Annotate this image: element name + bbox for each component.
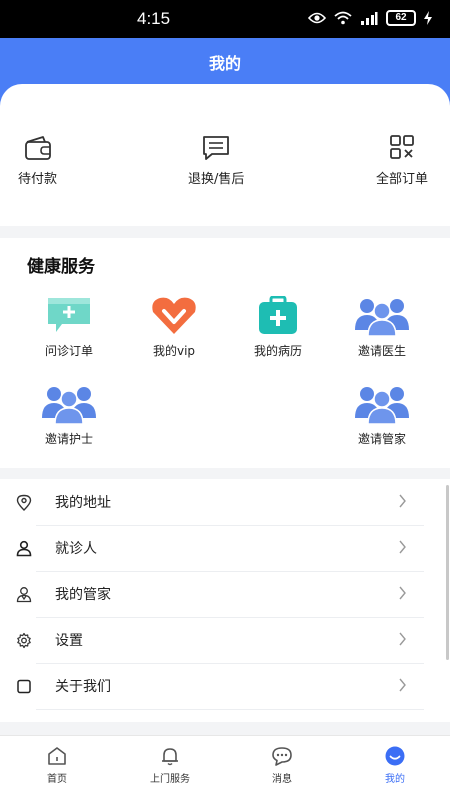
- gear-icon: [17, 632, 31, 649]
- tab-label: 首页: [47, 774, 67, 785]
- butler-icon: [16, 587, 32, 603]
- vip-heart-icon: [152, 297, 196, 334]
- message-icon: [272, 747, 292, 766]
- order-all[interactable]: 全部订单: [376, 134, 428, 187]
- service-label: 邀请医生: [357, 344, 406, 358]
- service-label: 我的病历: [253, 344, 302, 358]
- bottom-tab-bar: 首页 上门服务 消息 我的: [0, 735, 450, 800]
- chevron-right-icon: [399, 586, 406, 600]
- orders-card: 待付款 退换/售后 全部订单: [0, 84, 450, 226]
- service-invite-butler[interactable]: 邀请管家: [332, 384, 432, 447]
- menu-item-address[interactable]: 我的地址: [0, 479, 450, 525]
- chevron-right-icon: [399, 678, 406, 692]
- order-label: 全部订单: [376, 172, 429, 187]
- tab-label: 上门服务: [150, 774, 190, 785]
- tab-home[interactable]: 首页: [17, 746, 97, 785]
- menu-label: 关于我们: [55, 679, 111, 695]
- eye-icon: [308, 12, 326, 24]
- person-icon: [16, 540, 32, 557]
- status-icons: 62: [308, 10, 432, 26]
- menu-label: 设置: [55, 633, 83, 649]
- tab-label: 消息: [272, 774, 292, 785]
- group-icon: [355, 299, 409, 336]
- service-label: 邀请护士: [44, 432, 93, 446]
- service-medical-records[interactable]: 我的病历: [228, 296, 328, 359]
- tab-messages[interactable]: 消息: [242, 746, 322, 785]
- wallet-icon: [24, 136, 51, 160]
- settings-menu: 我的地址 就诊人 我的管家 设置 关于我们: [0, 479, 450, 722]
- tab-home-service[interactable]: 上门服务: [130, 746, 210, 785]
- menu-label: 我的管家: [55, 587, 111, 603]
- menu-item-about[interactable]: 关于我们: [0, 663, 450, 709]
- service-label: 我的vip: [152, 344, 196, 358]
- menu-label: 我的地址: [55, 495, 111, 511]
- service-label: 问诊订单: [44, 344, 93, 358]
- group-icon: [355, 387, 409, 424]
- square-icon: [17, 679, 31, 694]
- chat-icon: [203, 136, 230, 160]
- menu-item-patients[interactable]: 就诊人: [0, 525, 450, 571]
- order-returns[interactable]: 退换/售后: [188, 134, 244, 187]
- menu-item-settings[interactable]: 设置: [0, 617, 450, 663]
- location-icon: [16, 494, 32, 511]
- scrollbar[interactable]: [446, 485, 449, 660]
- service-my-vip[interactable]: 我的vip: [124, 296, 224, 359]
- section-title: 健康服务: [27, 257, 95, 277]
- tab-label: 我的: [385, 774, 405, 785]
- order-label: 待付款: [18, 172, 58, 187]
- consult-icon: [48, 298, 90, 332]
- bell-icon: [162, 748, 178, 766]
- chevron-right-icon: [399, 540, 406, 554]
- service-label: 邀请管家: [357, 432, 406, 446]
- profile-icon: [385, 746, 405, 766]
- service-invite-doctor[interactable]: 邀请医生: [332, 296, 432, 359]
- divider: [36, 709, 424, 710]
- order-label: 退换/售后: [188, 172, 245, 187]
- status-time: 4:15: [137, 9, 171, 28]
- status-bar: 4:15 62: [0, 0, 450, 38]
- wifi-icon: [334, 11, 352, 25]
- health-services-card: 健康服务 问诊订单 我的vip 我的病历 邀请医生 邀请护士 邀请管家: [0, 238, 450, 468]
- menu-item-butler[interactable]: 我的管家: [0, 571, 450, 617]
- charging-icon: [424, 11, 432, 25]
- battery-indicator: 62: [386, 10, 416, 26]
- order-pending-payment[interactable]: 待付款: [18, 134, 57, 187]
- grid-icon: [390, 135, 414, 159]
- tab-mine[interactable]: 我的: [355, 746, 435, 785]
- menu-label: 就诊人: [55, 541, 97, 557]
- page-title: 我的: [208, 54, 241, 73]
- medical-kit-icon: [259, 296, 297, 334]
- signal-icon: [361, 12, 378, 25]
- home-icon: [48, 747, 66, 765]
- chevron-right-icon: [399, 494, 406, 508]
- group-icon: [42, 387, 96, 424]
- service-consult-orders[interactable]: 问诊订单: [19, 296, 119, 359]
- chevron-right-icon: [399, 632, 406, 646]
- service-invite-nurse[interactable]: 邀请护士: [19, 384, 119, 447]
